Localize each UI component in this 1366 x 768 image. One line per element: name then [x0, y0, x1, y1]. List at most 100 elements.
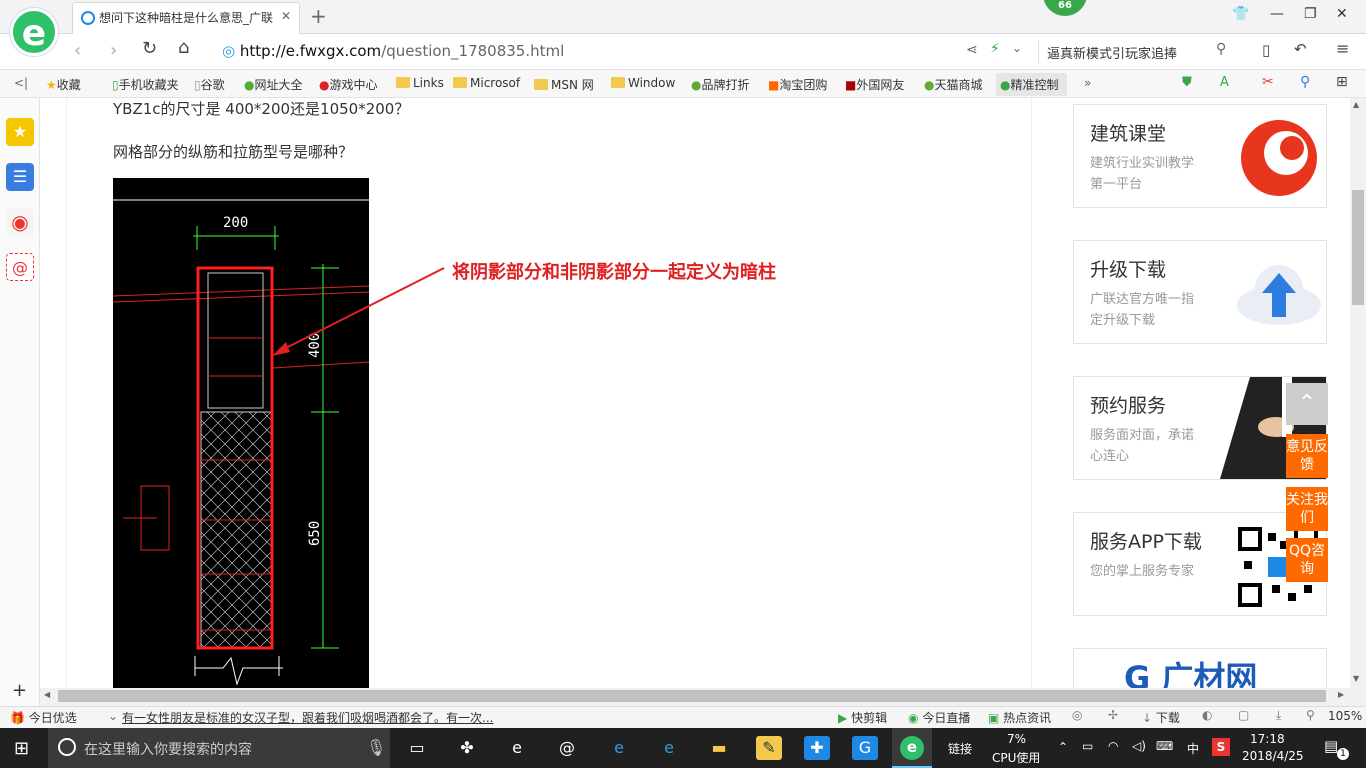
- chevron-down-icon[interactable]: ⌄: [108, 709, 118, 723]
- wifi-icon[interactable]: ◠: [1108, 739, 1118, 753]
- card-building-class[interactable]: 建筑课堂 建筑行业实训教学第一平台: [1073, 104, 1327, 208]
- find-icon[interactable]: ⚲: [1300, 74, 1310, 90]
- volume-icon[interactable]: ◁): [1132, 739, 1146, 753]
- zoom-level[interactable]: 105%: [1328, 709, 1362, 723]
- refresh-icon[interactable]: ↻: [142, 38, 157, 59]
- bookmark-links[interactable]: Links: [396, 76, 444, 90]
- sogou-icon[interactable]: S: [1212, 738, 1230, 756]
- favorites-icon[interactable]: ★: [6, 118, 34, 146]
- bookmark-precise-control[interactable]: ●精准控制: [996, 73, 1067, 96]
- feedback-button[interactable]: 意见反馈: [1286, 434, 1328, 478]
- fan-app-icon[interactable]: ✤: [454, 736, 480, 760]
- scroll-down-icon[interactable]: ▼: [1353, 674, 1359, 683]
- list-icon[interactable]: ☰: [6, 163, 34, 191]
- weibo-icon[interactable]: ◉: [6, 208, 34, 236]
- battery-icon[interactable]: ▭: [1082, 739, 1093, 753]
- share-icon[interactable]: ⋖: [966, 42, 978, 58]
- undo-icon[interactable]: ↶: [1294, 40, 1307, 58]
- cortana-icon[interactable]: [58, 738, 76, 756]
- active-browser-taskbar-button[interactable]: e: [892, 728, 932, 768]
- cad-drawing: 200 400 650: [113, 199, 369, 686]
- shield-icon[interactable]: ⛊: [1182, 75, 1192, 90]
- compass-icon[interactable]: ◎: [1072, 708, 1082, 722]
- bookmark-taobao[interactable]: ■淘宝团购: [768, 76, 827, 93]
- plus-app-icon[interactable]: ✚: [804, 736, 830, 760]
- file-explorer-icon[interactable]: ▬: [706, 736, 732, 760]
- edge-icon[interactable]: ◐: [1202, 708, 1212, 722]
- edge-blue-icon[interactable]: e: [606, 736, 632, 760]
- translate-icon[interactable]: A: [1220, 75, 1229, 90]
- maximize-button[interactable]: ❐: [1304, 6, 1317, 22]
- tab-close-icon[interactable]: ✕: [281, 9, 291, 23]
- scroll-left-icon[interactable]: ◀: [44, 690, 50, 699]
- menu-icon[interactable]: ≡: [1336, 39, 1349, 58]
- scissors-icon[interactable]: ✂: [1262, 74, 1274, 90]
- task-view-icon[interactable]: ▭: [404, 736, 430, 760]
- download-button[interactable]: ↓ 下载: [1142, 709, 1180, 726]
- live-button[interactable]: ◉ 今日直播: [908, 709, 970, 726]
- bookmark-google[interactable]: ▯谷歌: [194, 76, 225, 93]
- banner-guangcai[interactable]: G 广材网: [1073, 648, 1327, 688]
- taskbar-search[interactable]: 在这里输入你要搜索的内容: [48, 728, 390, 768]
- glodon-app-icon[interactable]: G: [852, 736, 878, 760]
- news-ticker-link[interactable]: 有一女性朋友是标准的女汉子型，跟着我们吸烟喝酒都会了。有一次...: [122, 709, 493, 726]
- minimize-button[interactable]: —: [1270, 6, 1284, 22]
- bookmark-brand-discount[interactable]: ●品牌打折: [691, 76, 750, 93]
- clock-date[interactable]: 2018/4/25: [1242, 749, 1304, 763]
- bookmark-hao123[interactable]: ●网址大全: [244, 76, 303, 93]
- tab-active[interactable]: 想问下这种暗柱是什么意思_广联 ✕: [72, 2, 300, 34]
- window-icon[interactable]: ▢: [1238, 708, 1249, 722]
- bookmark-games[interactable]: ●游戏中心: [319, 76, 378, 93]
- today-picks[interactable]: 🎁 今日优选: [10, 709, 77, 726]
- edge-browser-icon[interactable]: e: [504, 736, 530, 760]
- ime-indicator[interactable]: 中: [1187, 740, 1199, 757]
- search-icon[interactable]: ⚲: [1216, 41, 1226, 57]
- search-field[interactable]: 逼真新模式引玩家追捧: [1038, 40, 1238, 64]
- swirl-app-icon[interactable]: @: [554, 736, 580, 760]
- keyboard-icon[interactable]: ⌨: [1156, 739, 1173, 753]
- close-window-button[interactable]: ✕: [1336, 6, 1348, 22]
- hot-news-button[interactable]: ▣ 热点资讯: [988, 709, 1051, 726]
- bookmark-favorites[interactable]: ★收藏: [46, 76, 81, 93]
- scroll-right-icon[interactable]: ▶: [1338, 690, 1344, 699]
- zoom-icon[interactable]: ⚲: [1306, 708, 1315, 722]
- url-field[interactable]: ◎ http://e.fwxgx.com/question_1780835.ht…: [222, 40, 972, 64]
- back-to-top-button[interactable]: ⌃: [1286, 383, 1328, 425]
- chevron-down-icon[interactable]: ⌄: [1012, 41, 1022, 55]
- follow-us-button[interactable]: 关注我们: [1286, 487, 1328, 531]
- windows-start-icon[interactable]: ⊞: [14, 738, 29, 759]
- lightning-icon[interactable]: ⚡: [990, 41, 1000, 57]
- bookmark-windows[interactable]: Window: [611, 76, 675, 90]
- card-upgrade-download[interactable]: 升级下载 广联达官方唯一指定升级下载: [1073, 240, 1327, 344]
- browser-logo-icon[interactable]: e: [10, 8, 58, 56]
- shirt-icon[interactable]: 👕: [1232, 6, 1249, 22]
- save-icon[interactable]: ⤓: [1276, 708, 1281, 723]
- vertical-scroll-thumb[interactable]: [1352, 190, 1364, 305]
- more-bookmarks-icon[interactable]: »: [1084, 76, 1091, 90]
- mobile-icon[interactable]: ▯: [1262, 41, 1270, 59]
- tray-up-arrow-icon[interactable]: ⌃: [1058, 740, 1068, 754]
- microphone-icon[interactable]: 🎙: [366, 738, 386, 757]
- bookmark-microsoft[interactable]: Microsof: [453, 76, 520, 90]
- bookmark-tmall[interactable]: ●天猫商城: [924, 76, 983, 93]
- pin-icon[interactable]: ✢: [1108, 708, 1118, 722]
- sticky-notes-icon[interactable]: ✎: [756, 736, 782, 760]
- qq-consult-button[interactable]: QQ咨询: [1286, 538, 1328, 582]
- bookmark-mobile[interactable]: ▯手机收藏夹: [112, 76, 179, 93]
- add-sidebar-icon[interactable]: +: [12, 680, 27, 701]
- new-tab-button[interactable]: +: [310, 4, 327, 28]
- mail-icon[interactable]: @: [6, 253, 34, 281]
- links-toolbar[interactable]: 链接: [948, 740, 972, 757]
- apps-icon[interactable]: ⊞: [1336, 74, 1348, 90]
- home-icon[interactable]: ⌂: [178, 37, 189, 58]
- forward-icon[interactable]: ›: [110, 40, 117, 61]
- quick-cut-button[interactable]: ▶ 快剪辑: [838, 709, 887, 726]
- ie-browser-icon[interactable]: e: [656, 736, 682, 760]
- clock-time[interactable]: 17:18: [1250, 732, 1285, 746]
- bookmarks-toggle-icon[interactable]: <|: [14, 76, 28, 90]
- bookmark-msn[interactable]: MSN 网: [534, 76, 594, 93]
- scroll-up-icon[interactable]: ▲: [1353, 100, 1359, 109]
- back-icon[interactable]: ‹: [74, 40, 81, 61]
- horizontal-scroll-thumb[interactable]: [58, 690, 1326, 702]
- bookmark-foreign[interactable]: ■外国网友: [845, 76, 904, 93]
